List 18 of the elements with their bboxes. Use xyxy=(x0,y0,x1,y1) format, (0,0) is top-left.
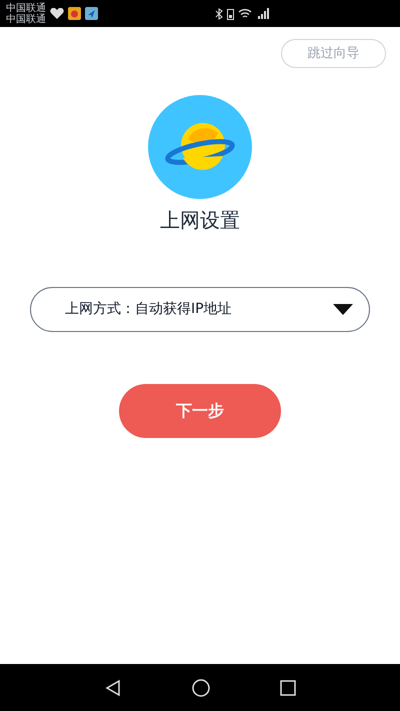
carrier-label: 中国联通 xyxy=(6,2,46,14)
signal-icon xyxy=(256,8,270,19)
back-icon[interactable] xyxy=(104,678,122,696)
home-icon[interactable] xyxy=(192,678,210,696)
recent-apps-icon[interactable] xyxy=(280,680,296,696)
app-icon xyxy=(68,7,81,20)
planet-icon xyxy=(148,95,252,199)
heart-icon xyxy=(50,8,64,20)
connection-type-select[interactable]: 上网方式：自动获得IP地址 xyxy=(30,287,370,332)
bluetooth-icon xyxy=(215,8,223,20)
carrier-label: 中国联通 xyxy=(6,14,46,24)
skip-button[interactable]: 跳过向导 xyxy=(281,39,386,68)
app-icon xyxy=(85,7,98,20)
next-button[interactable]: 下一步 xyxy=(119,384,281,438)
battery-icon xyxy=(227,8,234,20)
dropdown-arrow-icon xyxy=(333,304,353,315)
wifi-icon xyxy=(238,8,252,19)
page-title: 上网设置 xyxy=(160,207,240,234)
